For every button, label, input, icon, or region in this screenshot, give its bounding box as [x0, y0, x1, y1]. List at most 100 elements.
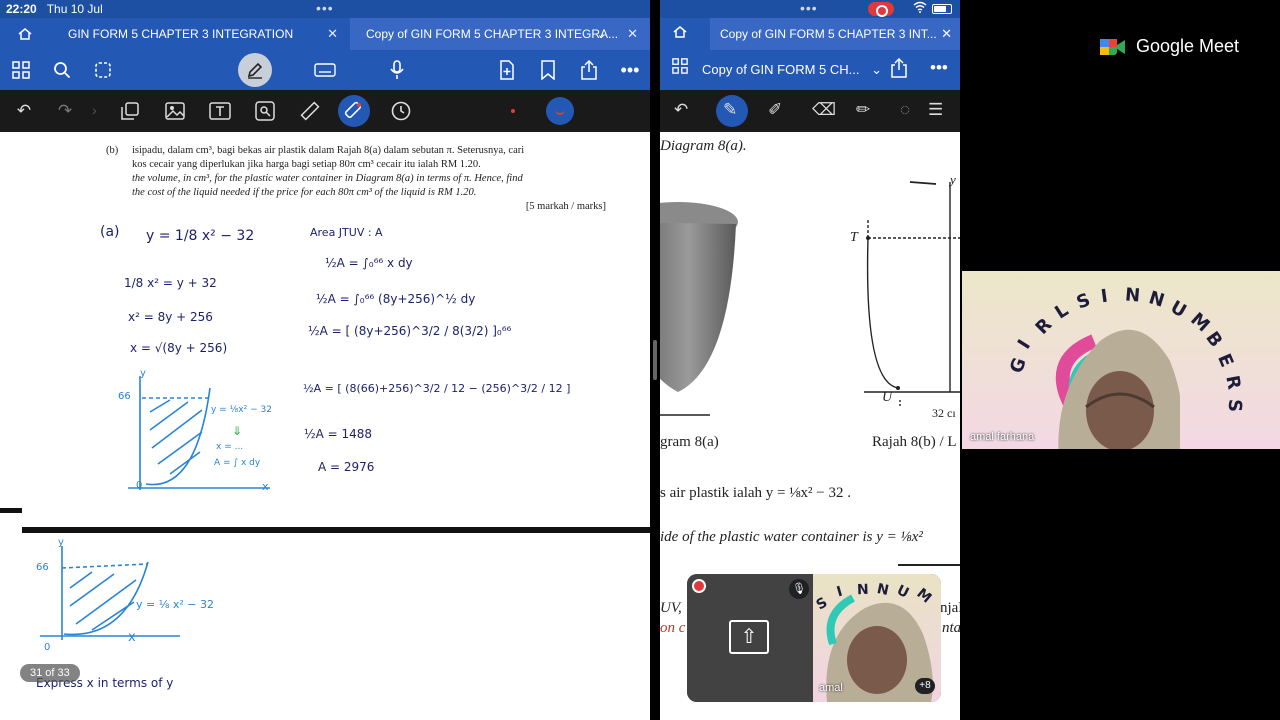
text-icon[interactable] [208, 100, 232, 122]
undo-icon[interactable]: ↶ [674, 100, 688, 120]
home-icon[interactable] [672, 24, 688, 45]
curve-eq-en: ide of the plastic water container is y … [660, 529, 923, 545]
close-tab-icon[interactable]: ✕ [627, 26, 638, 42]
hw-eq-2: 1/8 x² = y + 32 [124, 276, 217, 290]
right-doc-title-text: Copy of GIN FORM 5 CH... [702, 62, 860, 77]
close-tab-icon[interactable]: ✕ [327, 26, 338, 42]
sketch2-origin-label: 0 [44, 642, 51, 653]
clock-icon[interactable] [389, 100, 413, 122]
right-tab-copy[interactable]: Copy of GIN FORM 5 CHAPTER 3 INT... ✕ [710, 18, 960, 50]
page-divider-gap [0, 527, 22, 533]
mic-off-icon[interactable]: 🎙 [789, 579, 809, 599]
label-T: T [850, 230, 858, 245]
present-icon[interactable]: ⇧ [729, 620, 769, 654]
pip-banner-lettering: SINNUM [813, 574, 941, 634]
home-tab[interactable] [0, 18, 50, 50]
menu-icon[interactable]: ☰ [928, 100, 943, 120]
right-diagram-a-ref: Diagram 8(a). [660, 138, 747, 154]
split-handle[interactable] [653, 340, 657, 380]
banner-letter: S [1223, 398, 1246, 413]
laser-dot-option[interactable] [511, 109, 515, 113]
drawing-toolbar: ↶ ↷ › [0, 90, 650, 132]
banner-letter: N [1124, 284, 1142, 307]
sketch1-origin-label: 0 [136, 480, 143, 491]
pen-mode-button[interactable] [238, 53, 272, 87]
pip-banner-letter: S [813, 594, 831, 614]
hw-eq-curve: y = 1/8 x² − 32 [146, 228, 255, 244]
right-tab-bar: Copy of GIN FORM 5 CHAPTER 3 INT... ✕ [660, 18, 960, 50]
more-icon[interactable]: ••• [930, 58, 948, 78]
participant-overflow-badge[interactable]: +8 [915, 678, 935, 694]
search-icon[interactable] [50, 58, 74, 82]
right-doc-title[interactable]: Copy of GIN FORM 5 CH... ⌄ [702, 62, 882, 78]
tab-original[interactable]: GIN FORM 5 CHAPTER 3 INTEGRATION ✕ [50, 18, 350, 50]
share-icon[interactable] [577, 58, 601, 82]
self-view-pip[interactable]: ⇧ 🎙 SINNUM amal +8 [687, 574, 941, 702]
left-tab-bar: GIN FORM 5 CHAPTER 3 INTEGRATION ✕ Copy … [0, 18, 650, 50]
arrow-down-icon: ⇓ [232, 424, 243, 438]
right-top-toolbar: Copy of GIN FORM 5 CH... ⌄ ••• [660, 50, 960, 90]
record-icon [692, 579, 706, 593]
camera-search-icon[interactable] [253, 100, 277, 122]
sketch2-x-label: x [128, 630, 136, 645]
record-indicator [868, 2, 894, 17]
diagram-8b [864, 181, 960, 408]
close-tab-icon[interactable]: ✕ [941, 26, 952, 42]
image-icon[interactable] [163, 100, 187, 122]
left-pane: 22:20 Thu 10 Jul ••• GIN FORM 5 CHAPTER … [0, 0, 650, 720]
sketch1-66-label: 66 [118, 391, 131, 402]
hw-int-1: ½A = ∫₀⁶⁶ x dy [325, 256, 413, 270]
lasso-icon[interactable] [91, 58, 115, 82]
banner-letter: R [1221, 373, 1245, 391]
highlighter-icon[interactable]: ✏ [856, 100, 870, 120]
grid-icon[interactable] [672, 58, 688, 79]
eraser-icon[interactable]: ⌫ [812, 100, 836, 120]
hw-int-3: ½A = [ (8y+256)^3/2 / 8(3/2) ]₀⁶⁶ [308, 324, 512, 338]
microphone-icon[interactable] [385, 58, 409, 82]
banner-letter: N [1146, 287, 1168, 313]
lasso-icon[interactable]: ◌ [900, 100, 910, 120]
tab-copy[interactable]: Copy of GIN FORM 5 CHAPTER 3 INTEGRA... … [350, 18, 650, 50]
sketch1-y-label: y [140, 368, 146, 379]
question-line-en-1: the volume, in cm³, for the plastic wate… [132, 173, 523, 184]
grid-icon[interactable] [9, 58, 33, 82]
add-page-icon[interactable] [495, 58, 519, 82]
right-status-bar: ••• [660, 0, 960, 18]
participant-tile[interactable]: GIRLSINNUMBERS amal farhana [962, 271, 1280, 449]
ruler-icon[interactable] [298, 100, 322, 122]
status-date: Thu 10 Jul [46, 2, 103, 16]
multitask-dots[interactable]: ••• [316, 1, 334, 15]
split-view-divider[interactable] [650, 0, 660, 720]
sketch-graph-1 [128, 376, 270, 490]
laser-trail-option[interactable] [546, 97, 574, 125]
share-icon[interactable] [890, 57, 908, 83]
more-icon[interactable]: ••• [618, 58, 642, 82]
document-canvas[interactable]: (b) isipadu, dalam cm³, bagi bekas air p… [0, 132, 650, 720]
caption-8b: Rajah 8(b) / L [872, 434, 957, 450]
pencil-icon[interactable]: ✐ [768, 100, 782, 120]
chevron-right-icon: › [92, 102, 97, 118]
participant-video [1058, 329, 1180, 449]
sketch1-x-eq: x = ... [216, 442, 244, 452]
copy-icon[interactable] [118, 100, 142, 122]
page-break-marker [0, 508, 22, 513]
curve-eq-ms: s air plastik ialah y = ⅛x² − 32 . [660, 485, 851, 501]
keyboard-icon[interactable] [313, 58, 337, 82]
sketch1-curve-label: y = ⅛x² − 32 [211, 405, 272, 415]
banner-letter: B [1201, 328, 1227, 352]
redo-icon[interactable]: ↷ [53, 100, 77, 122]
meet-icon [1100, 38, 1125, 55]
meet-brand: Google Meet [1136, 36, 1240, 56]
label-y-axis: y [950, 172, 956, 187]
screen-share-panel[interactable]: ⇧ 🎙 [687, 574, 813, 702]
question-line-ms-1: isipadu, dalam cm³, bagi bekas air plast… [132, 145, 525, 156]
bookmark-icon[interactable] [536, 58, 560, 82]
chevron-down-icon[interactable]: ⌄ [597, 28, 606, 41]
chevron-down-icon[interactable]: ⌄ [871, 62, 882, 77]
banner-letter: I [1099, 285, 1110, 307]
hw-eq-4: x = √(8y + 256) [130, 341, 228, 355]
undo-icon[interactable]: ↶ [12, 100, 36, 122]
hw-eq-3: x² = 8y + 256 [128, 310, 213, 324]
sketch1-x-label: x [262, 480, 269, 493]
multitask-dots[interactable]: ••• [800, 1, 818, 15]
